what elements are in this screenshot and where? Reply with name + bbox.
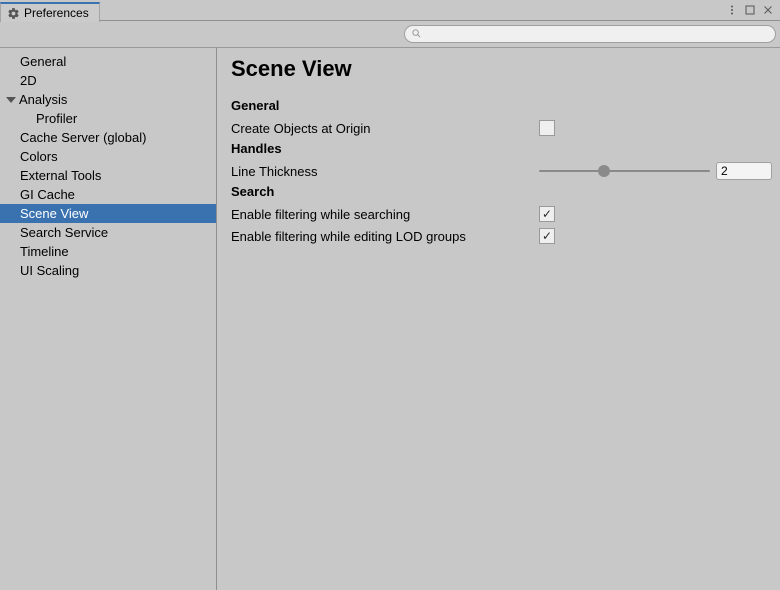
filter-lod-checkbox[interactable] [539,228,555,244]
row-filter-lod: Enable filtering while editing LOD group… [231,225,772,247]
kebab-icon[interactable] [726,4,738,16]
row-create-objects-at-origin: Create Objects at Origin [231,117,772,139]
sidebar-item-ui-scaling[interactable]: UI Scaling [0,261,216,280]
search-icon [411,27,422,42]
content-panel: Scene View General Create Objects at Ori… [217,48,780,590]
sidebar-item-colors[interactable]: Colors [0,147,216,166]
sidebar-item-label: Analysis [19,92,67,107]
slider-track [539,170,710,172]
filter-searching-checkbox[interactable] [539,206,555,222]
sidebar-item-gi-cache[interactable]: GI Cache [0,185,216,204]
line-thickness-value[interactable]: 2 [716,162,772,180]
gear-icon [7,7,20,20]
sidebar-item-timeline[interactable]: Timeline [0,242,216,261]
create-objects-at-origin-checkbox[interactable] [539,120,555,136]
sidebar-item-cache-server[interactable]: Cache Server (global) [0,128,216,147]
sidebar: General 2D Analysis Profiler Cache Serve… [0,48,217,590]
window-controls [726,0,780,20]
main-split: General 2D Analysis Profiler Cache Serve… [0,48,780,590]
search-row [0,21,780,48]
create-objects-at-origin-label: Create Objects at Origin [231,121,539,136]
sidebar-item-search-service[interactable]: Search Service [0,223,216,242]
search-input[interactable] [422,27,769,41]
titlebar: Preferences [0,0,780,21]
filter-lod-label: Enable filtering while editing LOD group… [231,229,539,244]
sidebar-item-scene-view[interactable]: Scene View [0,204,216,223]
maximize-icon[interactable] [744,4,756,16]
row-filter-searching: Enable filtering while searching [231,203,772,225]
search-box[interactable] [404,25,776,43]
slider-thumb[interactable] [598,165,610,177]
close-icon[interactable] [762,4,774,16]
section-handles-label: Handles [231,141,772,156]
preferences-tab[interactable]: Preferences [0,2,100,22]
section-search-label: Search [231,184,772,199]
line-thickness-slider[interactable] [539,162,710,180]
sidebar-item-profiler[interactable]: Profiler [0,109,216,128]
filter-searching-label: Enable filtering while searching [231,207,539,222]
sidebar-item-general[interactable]: General [0,52,216,71]
page-title: Scene View [231,56,772,82]
section-general-label: General [231,98,772,113]
row-line-thickness: Line Thickness 2 [231,160,772,182]
tab-title: Preferences [24,6,89,20]
chevron-down-icon [6,97,16,103]
sidebar-item-external-tools[interactable]: External Tools [0,166,216,185]
sidebar-item-analysis[interactable]: Analysis [0,90,216,109]
line-thickness-label: Line Thickness [231,164,539,179]
sidebar-item-2d[interactable]: 2D [0,71,216,90]
